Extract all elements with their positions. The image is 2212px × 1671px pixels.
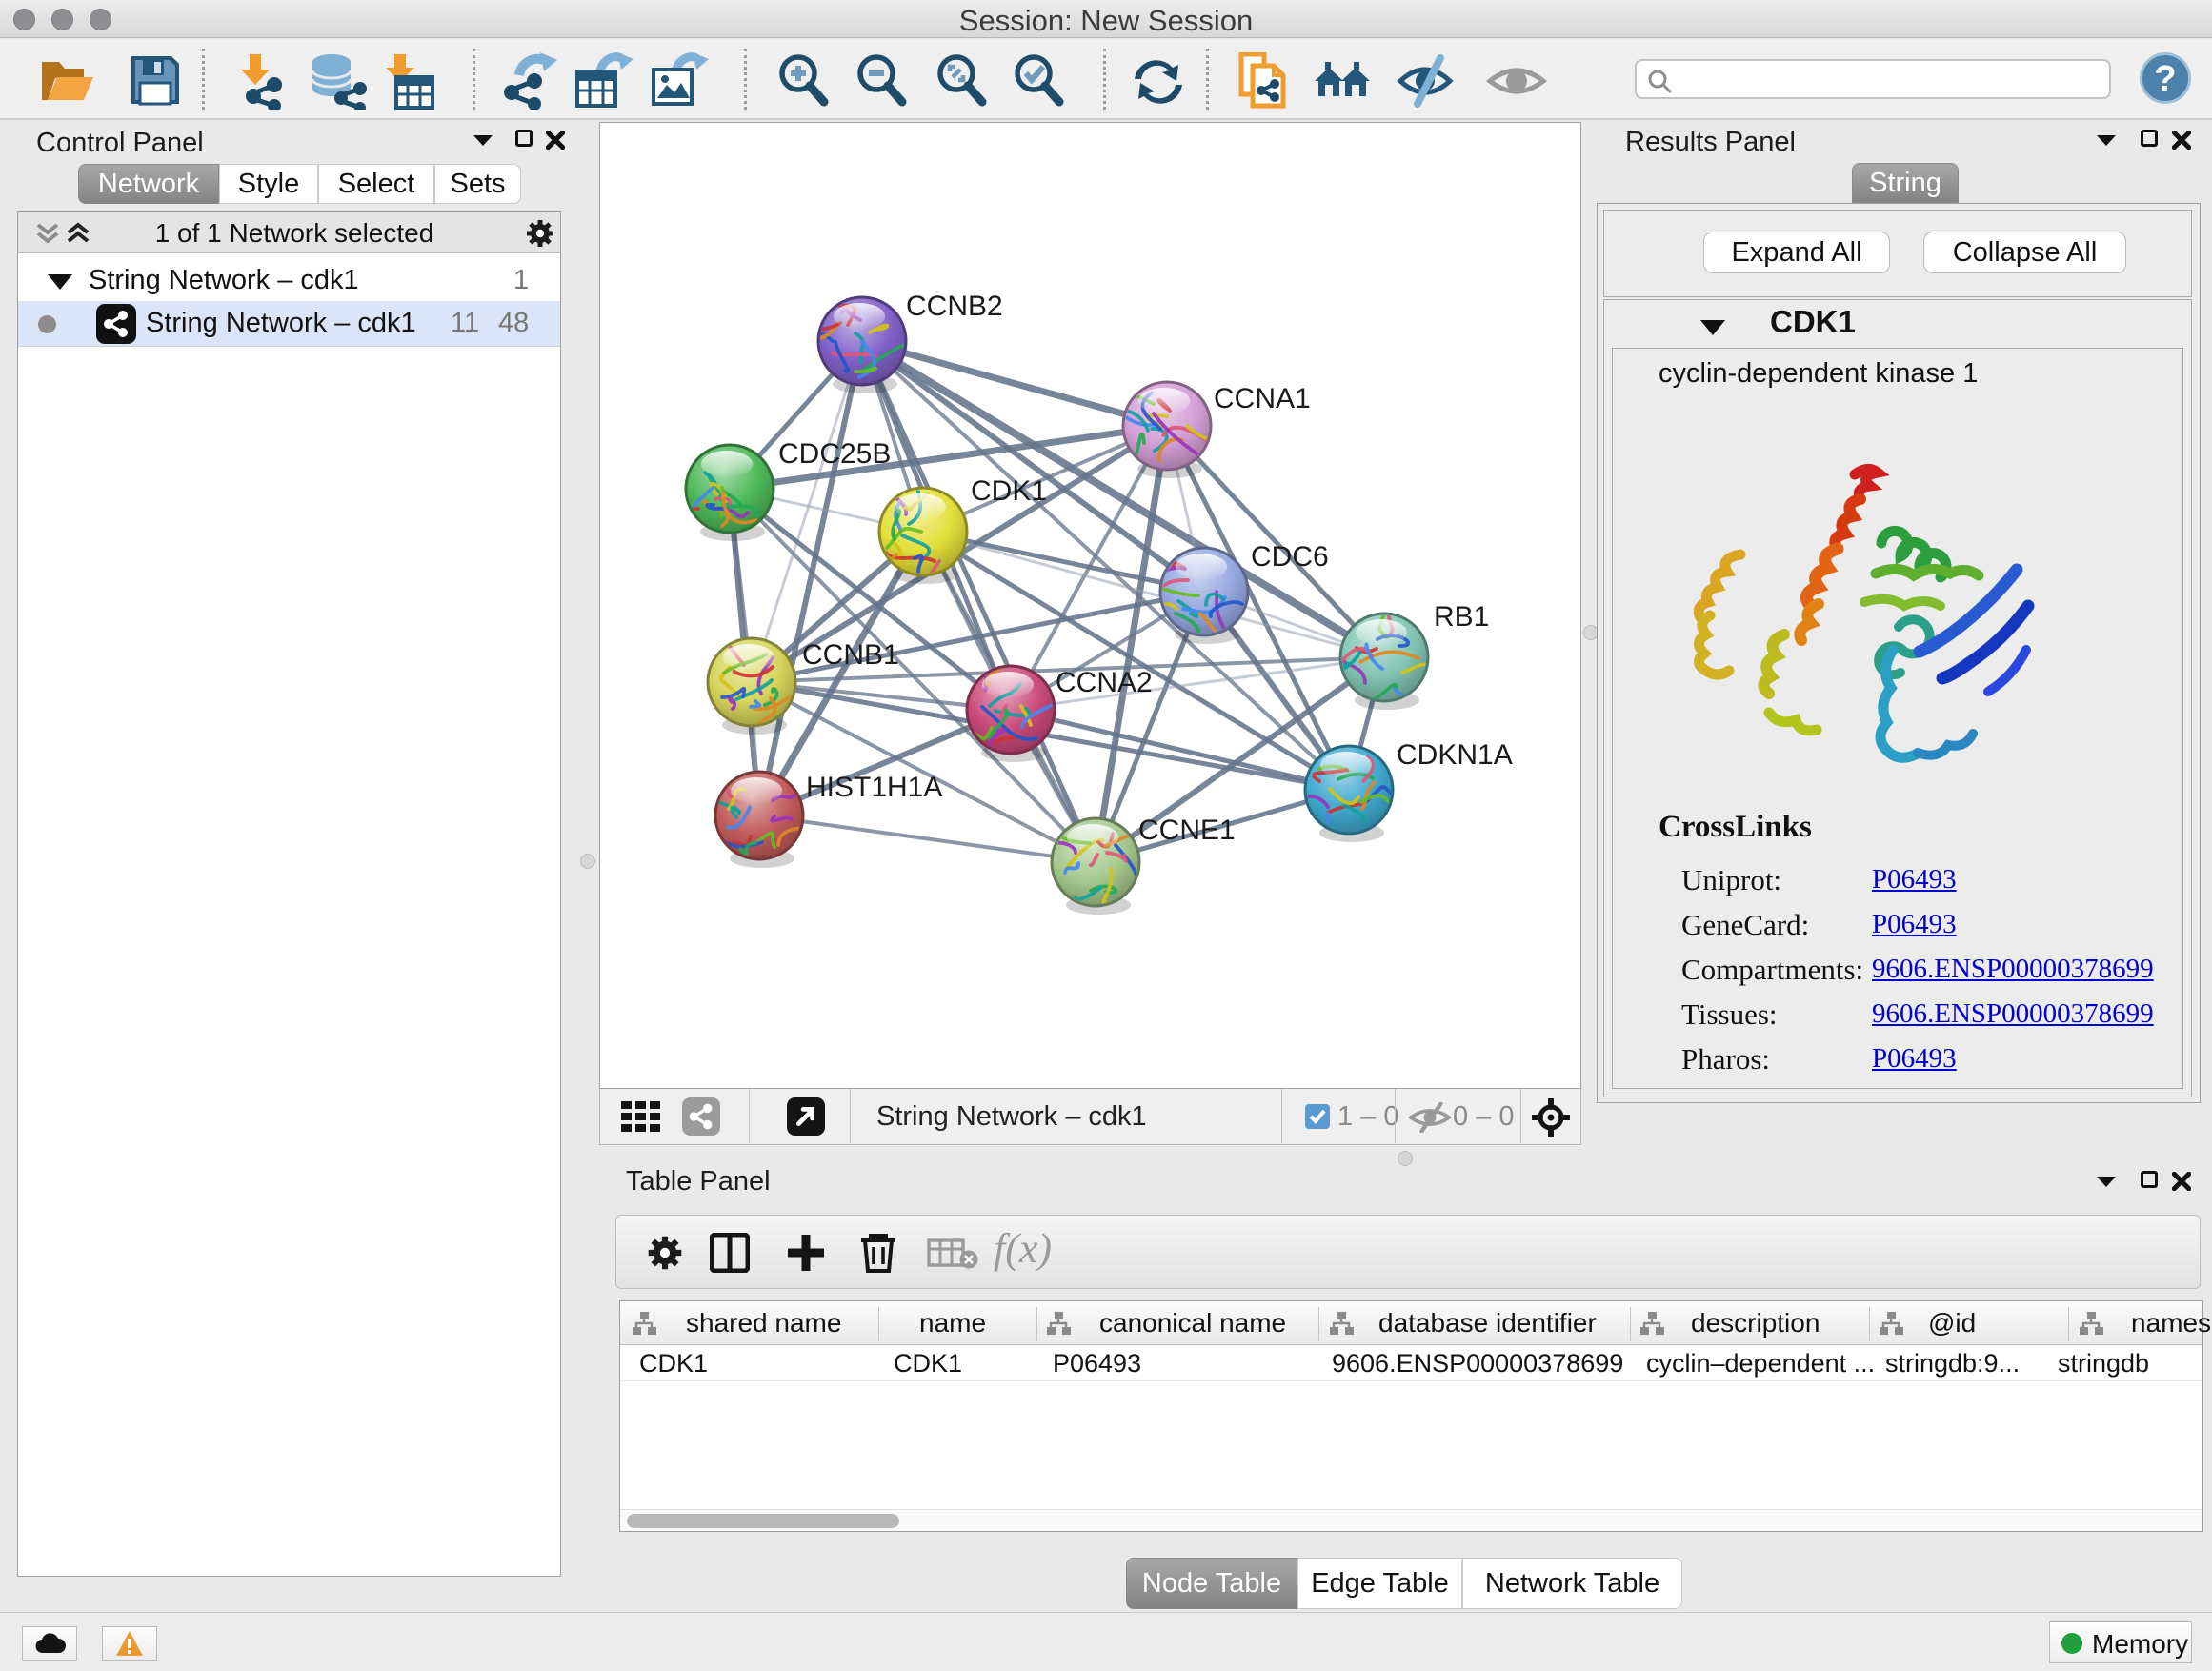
svg-text:RB1: RB1 (1434, 601, 1489, 633)
svg-text:HIST1H1A: HIST1H1A (806, 772, 942, 803)
svg-text:CCNB2: CCNB2 (906, 291, 1003, 322)
svg-text:CDC25B: CDC25B (778, 438, 891, 470)
svg-text:CCNB1: CCNB1 (802, 639, 899, 671)
svg-text:CCNA2: CCNA2 (1056, 667, 1153, 698)
svg-text:CDK1: CDK1 (971, 475, 1047, 507)
svg-text:CCNE1: CCNE1 (1138, 815, 1236, 846)
svg-text:CDKN1A: CDKN1A (1397, 739, 1513, 771)
svg-text:CDC6: CDC6 (1251, 541, 1329, 573)
svg-text:CCNA1: CCNA1 (1214, 383, 1311, 414)
